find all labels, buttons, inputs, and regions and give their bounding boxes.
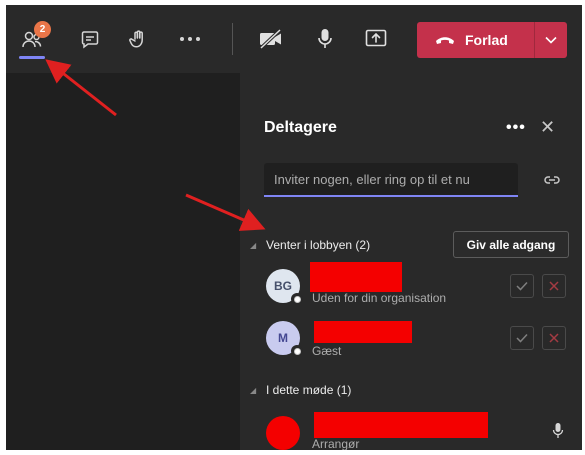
participants-count-badge: 2 (34, 21, 51, 38)
hang-up-icon (436, 37, 454, 44)
avatar: M (266, 321, 303, 357)
close-icon (549, 333, 559, 343)
chat-icon (81, 31, 99, 49)
lobby-participant-row[interactable]: M Gæst (240, 313, 582, 363)
microphone-icon (318, 29, 332, 48)
redacted-name (310, 262, 402, 292)
redacted-name (314, 412, 488, 438)
lobby-section-header[interactable]: ◢ Venter i lobbyen (2) (250, 238, 370, 252)
panel-more-options-button[interactable]: ••• (506, 119, 526, 137)
toolbar-divider (232, 23, 233, 55)
avatar-initials: M (278, 331, 288, 345)
leave-main-area[interactable]: Forlad (417, 22, 534, 58)
checkmark-icon (516, 281, 528, 291)
deny-participant-button[interactable] (542, 326, 566, 350)
share-screen-button[interactable] (362, 25, 390, 53)
in-meeting-section-header[interactable]: ◢ I dette møde (1) (250, 383, 351, 397)
deny-participant-button[interactable] (542, 274, 566, 298)
camera-toggle-button[interactable] (257, 25, 285, 53)
lobby-section-label: Venter i lobbyen (2) (266, 238, 371, 252)
chevron-down-icon (545, 36, 557, 44)
leave-label: Forlad (465, 32, 508, 48)
admit-all-button[interactable]: Giv alle adgang (453, 231, 569, 258)
panel-title: Deltagere (264, 119, 337, 136)
link-icon (544, 176, 560, 184)
participant-subtitle: Gæst (312, 344, 342, 358)
participant-subtitle: Arrangør (312, 437, 360, 450)
chat-button[interactable] (76, 25, 104, 53)
admit-participant-button[interactable] (510, 326, 534, 350)
meeting-participant-row[interactable]: Arrangør (240, 408, 582, 450)
active-tab-indicator (19, 56, 45, 59)
participants-panel: Deltagere ••• ✕ ◢ Venter i lobbyen (2) G… (240, 73, 582, 450)
hand-icon (129, 30, 143, 48)
lobby-participant-row[interactable]: BG Uden for din organisation (240, 261, 582, 311)
share-tray-icon (365, 29, 387, 47)
mic-toggle-button[interactable] (311, 25, 339, 53)
redacted-name (314, 321, 412, 343)
teams-meeting-window: 2 Forlad Deltagere ••• ✕ Inviter nogen, … (6, 5, 582, 450)
presence-status-icon (291, 345, 303, 357)
camera-off-icon (259, 28, 282, 50)
collapse-chevron-icon: ◢ (250, 385, 257, 395)
leave-options-dropdown[interactable] (535, 22, 567, 58)
participants-button[interactable]: 2 (18, 21, 51, 53)
checkmark-icon (516, 333, 528, 343)
more-icon (180, 37, 200, 41)
invite-search-input[interactable] (264, 163, 518, 197)
participant-mic-status (552, 422, 564, 445)
avatar-initials: BG (274, 279, 292, 293)
raise-hand-button[interactable] (124, 25, 152, 53)
panel-close-button[interactable]: ✕ (540, 117, 555, 138)
microphone-icon (552, 423, 564, 438)
participant-subtitle: Uden for din organisation (312, 291, 447, 305)
close-icon (549, 281, 559, 291)
in-meeting-section-label: I dette møde (1) (266, 383, 352, 397)
admit-participant-button[interactable] (510, 274, 534, 298)
share-link-button[interactable] (543, 173, 561, 191)
meeting-toolbar: 2 Forlad (6, 5, 582, 73)
avatar (266, 416, 300, 450)
leave-meeting-button[interactable]: Forlad (417, 22, 567, 58)
collapse-chevron-icon: ◢ (250, 240, 257, 250)
more-actions-button[interactable] (176, 25, 204, 53)
avatar: BG (266, 269, 303, 305)
presence-status-icon (291, 293, 303, 305)
